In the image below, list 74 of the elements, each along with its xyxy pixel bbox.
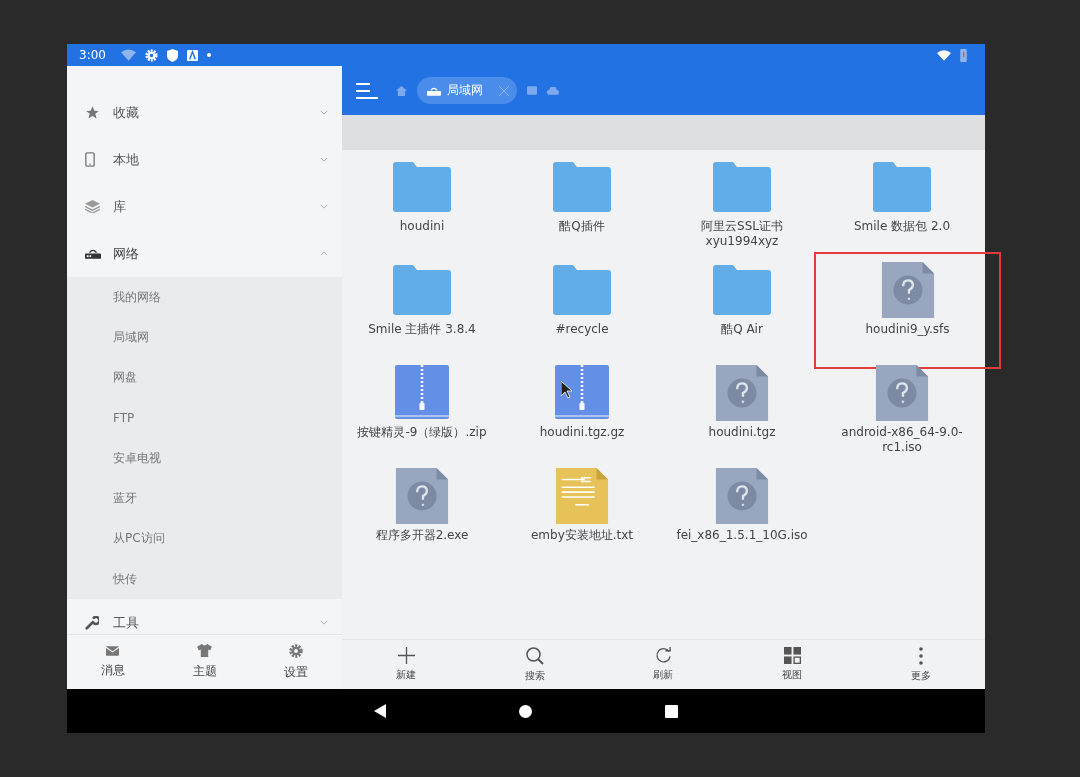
folder-icon <box>713 262 771 318</box>
sidebar-item[interactable]: 库 <box>67 183 342 230</box>
toolbar-button[interactable]: 新建 <box>342 640 471 689</box>
cursor-icon <box>561 381 573 399</box>
sidebar-tab[interactable]: 消息 <box>67 635 159 689</box>
shield-icon <box>166 48 178 62</box>
submenu-item[interactable]: 网盘 <box>113 357 342 398</box>
grid-view-icon <box>783 647 801 664</box>
sidebar-tab[interactable]: 主题 <box>158 635 251 689</box>
home-button-icon[interactable] <box>519 704 532 718</box>
submenu-item[interactable]: 局域网 <box>113 317 342 358</box>
plus-icon <box>397 647 415 664</box>
file-item[interactable]: houdini.tgz.gz <box>502 365 662 468</box>
folder-icon <box>873 159 931 215</box>
star-icon <box>85 105 100 120</box>
toolbar-button[interactable]: 视图 <box>727 640 857 689</box>
clock: 3:00 <box>79 48 106 62</box>
recents-icon[interactable] <box>665 704 678 718</box>
wrench-icon <box>85 615 99 630</box>
folder-icon <box>713 159 771 215</box>
file-item[interactable]: emby安装地址.txt <box>502 468 662 571</box>
folder-icon <box>553 159 611 215</box>
file-item[interactable]: android-x86_64-9.0-rc1.iso <box>822 365 982 468</box>
sidebar-item[interactable]: 收藏 <box>67 89 342 136</box>
unknown-file-icon <box>880 262 935 318</box>
search-icon <box>525 646 544 665</box>
folder-icon <box>553 262 611 318</box>
file-item[interactable]: 按键精灵-9（绿版）.zip <box>342 365 502 468</box>
app-icon <box>186 49 198 61</box>
file-item[interactable]: 酷Q插件 <box>502 159 662 262</box>
submenu-item[interactable]: FTP <box>113 397 342 439</box>
sidebar-item[interactable]: 网络 <box>67 230 342 277</box>
file-item[interactable]: #recycle <box>502 262 662 365</box>
router-icon <box>85 248 101 259</box>
unknown-file-icon <box>715 468 769 524</box>
folder-icon <box>393 159 451 215</box>
submenu-item[interactable]: 快传 <box>113 559 342 600</box>
back-icon[interactable] <box>374 704 386 718</box>
unknown-file-icon <box>715 365 769 421</box>
mail-icon <box>106 645 120 656</box>
folder-icon <box>393 262 451 318</box>
unknown-file-icon <box>395 468 449 524</box>
shirt-icon <box>197 644 212 657</box>
file-item[interactable]: houdini.tgz <box>662 365 822 468</box>
file-item[interactable]: 程序多开器2.exe <box>342 468 502 571</box>
sidebar-item[interactable]: 工具 <box>67 599 342 634</box>
settings-icon <box>289 643 304 658</box>
refresh-icon <box>655 647 672 664</box>
sidebar-item[interactable]: 本地 <box>67 136 342 183</box>
layers-icon <box>85 200 100 213</box>
submenu-item[interactable]: 我的网络 <box>113 277 342 318</box>
dot-icon <box>206 53 211 57</box>
submenu-item[interactable]: 安卓电视 <box>113 438 342 479</box>
unknown-file-icon <box>875 365 929 421</box>
battery-icon <box>960 48 967 62</box>
more-icon <box>918 646 923 665</box>
submenu-item[interactable]: 蓝牙 <box>113 478 342 519</box>
menu-icon[interactable] <box>356 82 378 99</box>
file-item[interactable]: houdini <box>342 159 502 262</box>
file-item[interactable]: Smile 主插件 3.8.4 <box>342 262 502 365</box>
zip-file-icon <box>395 365 449 421</box>
settings-icon <box>144 48 158 62</box>
submenu-item[interactable]: 从PC访问 <box>113 518 342 560</box>
toolbar-button[interactable]: 刷新 <box>599 640 728 689</box>
toolbar-button[interactable]: 搜索 <box>470 640 600 689</box>
phone-icon <box>85 152 95 167</box>
wifi-icon <box>937 49 951 61</box>
zip-file-icon <box>555 365 609 421</box>
sidebar-tab[interactable]: 设置 <box>250 635 342 689</box>
file-item[interactable]: fei_x86_1.5.1_10G.iso <box>662 468 822 571</box>
wifi-icon <box>120 49 136 61</box>
router-icon <box>427 85 441 96</box>
toolbar-button[interactable]: 更多 <box>856 640 985 689</box>
text-file-icon <box>555 468 609 524</box>
